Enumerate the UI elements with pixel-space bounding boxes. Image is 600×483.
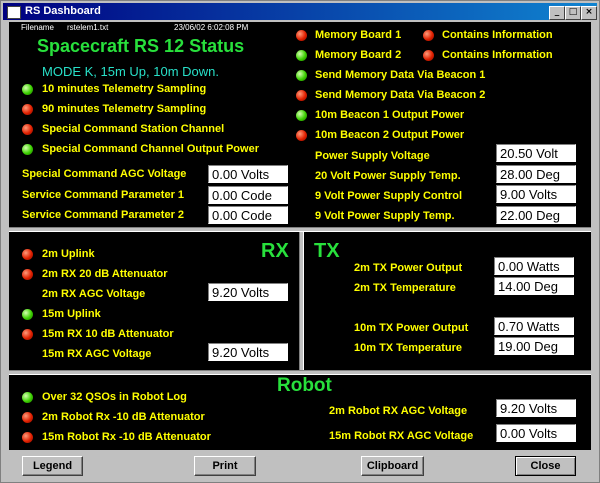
status-light-icon: [22, 84, 33, 95]
tx-param-value-field[interactable]: 0.00 Watts: [494, 257, 574, 275]
status-label: 90 minutes Telemetry Sampling: [42, 103, 207, 115]
clipboard-button[interactable]: Clipboard: [361, 456, 424, 476]
rx-agc-label: 2m RX AGC Voltage: [42, 288, 146, 300]
status-light-icon: [22, 309, 33, 320]
page-title: Spacecraft RS 12 Status: [37, 36, 245, 56]
status-label: Send Memory Data Via Beacon 1: [315, 69, 486, 81]
status-label: 10m Beacon 2 Output Power: [315, 129, 465, 141]
status-light-icon: [22, 432, 33, 443]
status-light-icon: [423, 50, 434, 61]
param-label: Service Command Parameter 2: [22, 209, 185, 221]
param-value-field[interactable]: 0.00 Code: [208, 206, 288, 224]
mode-text: MODE K, 15m Up, 10m Down.: [42, 64, 219, 79]
rx-status-label: 15m Uplink: [42, 308, 101, 320]
robot-status-label: 2m Robot Rx -10 dB Attenuator: [42, 411, 205, 423]
tx-param-label: 2m TX Power Output: [354, 262, 463, 274]
robot-param-label: 15m Robot RX AGC Voltage: [329, 430, 474, 442]
status-label: 10m Beacon 1 Output Power: [315, 109, 465, 121]
robot-param-label: 2m Robot RX AGC Voltage: [329, 405, 468, 417]
tx-param-value-field[interactable]: 0.70 Watts: [494, 317, 574, 335]
tx-param-label: 10m TX Power Output: [354, 322, 469, 334]
status-light-icon: [22, 144, 33, 155]
rx-panel: RX 2m Uplink 2m RX 20 dB Attenuator 2m R…: [9, 232, 299, 370]
param-value-field[interactable]: 22.00 Deg: [496, 206, 576, 224]
close-button[interactable]: Close: [515, 456, 576, 476]
param-label: 9 Volt Power Supply Temp.: [315, 210, 455, 222]
memory-info-label: Contains Information: [442, 49, 553, 61]
param-label: 20 Volt Power Supply Temp.: [315, 170, 461, 182]
status-light-icon: [296, 50, 307, 61]
status-light-icon: [22, 269, 33, 280]
rx-status-label: 2m Uplink: [42, 248, 95, 260]
param-value-field[interactable]: 28.00 Deg: [496, 165, 576, 183]
tx-panel: TX 2m TX Power Output 0.00 Watts 2m TX T…: [304, 232, 591, 370]
status-light-icon: [423, 30, 434, 41]
close-window-button[interactable]: ×: [581, 6, 597, 20]
param-value-field[interactable]: 9.00 Volts: [496, 185, 576, 203]
status-light-icon: [296, 30, 307, 41]
status-light-icon: [296, 130, 307, 141]
status-light-icon: [22, 124, 33, 135]
tx-heading: TX: [314, 240, 340, 262]
param-value-field[interactable]: 20.50 Volt: [496, 144, 576, 162]
status-light-icon: [22, 392, 33, 403]
title-bar[interactable]: RS Dashboard _ □ ×: [3, 3, 597, 20]
rx-heading: RX: [261, 240, 289, 262]
status-light-icon: [296, 70, 307, 81]
datetime: 23/06/02 6:02:08 PM: [174, 23, 249, 32]
filename-value: rstelem1.txt: [67, 23, 109, 32]
tx-param-label: 2m TX Temperature: [354, 282, 456, 294]
tx-param-label: 10m TX Temperature: [354, 342, 463, 354]
robot-panel: Robot Over 32 QSOs in Robot Log 2m Robot…: [9, 375, 591, 450]
rx-agc-value-field[interactable]: 9.20 Volts: [208, 283, 288, 301]
status-light-icon: [22, 104, 33, 115]
robot-status-label: Over 32 QSOs in Robot Log: [42, 391, 187, 403]
memory-label: Memory Board 2: [315, 49, 402, 61]
app-icon: [7, 6, 21, 19]
param-value-field[interactable]: 0.00 Code: [208, 186, 288, 204]
robot-heading: Robot: [277, 375, 332, 396]
param-label: Service Command Parameter 1: [22, 189, 185, 201]
memory-label: Memory Board 1: [315, 29, 402, 41]
status-label: Special Command Station Channel: [42, 123, 225, 135]
top-panel: Filename rstelem1.txt 23/06/02 6:02:08 P…: [9, 22, 591, 227]
status-light-icon: [22, 412, 33, 423]
window-title: RS Dashboard: [25, 5, 101, 17]
param-label: 9 Volt Power Supply Control: [315, 190, 463, 202]
filename-label: Filename: [21, 23, 54, 32]
minimize-button[interactable]: _: [549, 6, 565, 20]
robot-param-value-field[interactable]: 0.00 Volts: [496, 424, 576, 442]
dashboard-window: RS Dashboard _ □ × Filename rstelem1.txt…: [0, 0, 600, 483]
robot-param-value-field[interactable]: 9.20 Volts: [496, 399, 576, 417]
status-label: 10 minutes Telemetry Sampling: [42, 83, 207, 95]
tx-param-value-field[interactable]: 14.00 Deg: [494, 277, 574, 295]
rx-agc-value-field[interactable]: 9.20 Volts: [208, 343, 288, 361]
maximize-button[interactable]: □: [565, 6, 581, 20]
tx-param-value-field[interactable]: 19.00 Deg: [494, 337, 574, 355]
status-light-icon: [22, 249, 33, 260]
status-label: Send Memory Data Via Beacon 2: [315, 89, 486, 101]
status-light-icon: [296, 110, 307, 121]
param-label: Special Command AGC Voltage: [22, 168, 187, 180]
rx-agc-label: 15m RX AGC Voltage: [42, 348, 152, 360]
rx-status-label: 15m RX 10 dB Attenuator: [42, 328, 174, 340]
param-value-field[interactable]: 0.00 Volts: [208, 165, 288, 183]
memory-info-label: Contains Information: [442, 29, 553, 41]
legend-button[interactable]: Legend: [22, 456, 83, 476]
robot-status-label: 15m Robot Rx -10 dB Attenuator: [42, 431, 211, 443]
status-light-icon: [296, 90, 307, 101]
print-button[interactable]: Print: [194, 456, 256, 476]
status-light-icon: [22, 329, 33, 340]
status-label: Special Command Channel Output Power: [42, 143, 259, 155]
param-label: Power Supply Voltage: [315, 150, 430, 162]
rx-status-label: 2m RX 20 dB Attenuator: [42, 268, 168, 280]
